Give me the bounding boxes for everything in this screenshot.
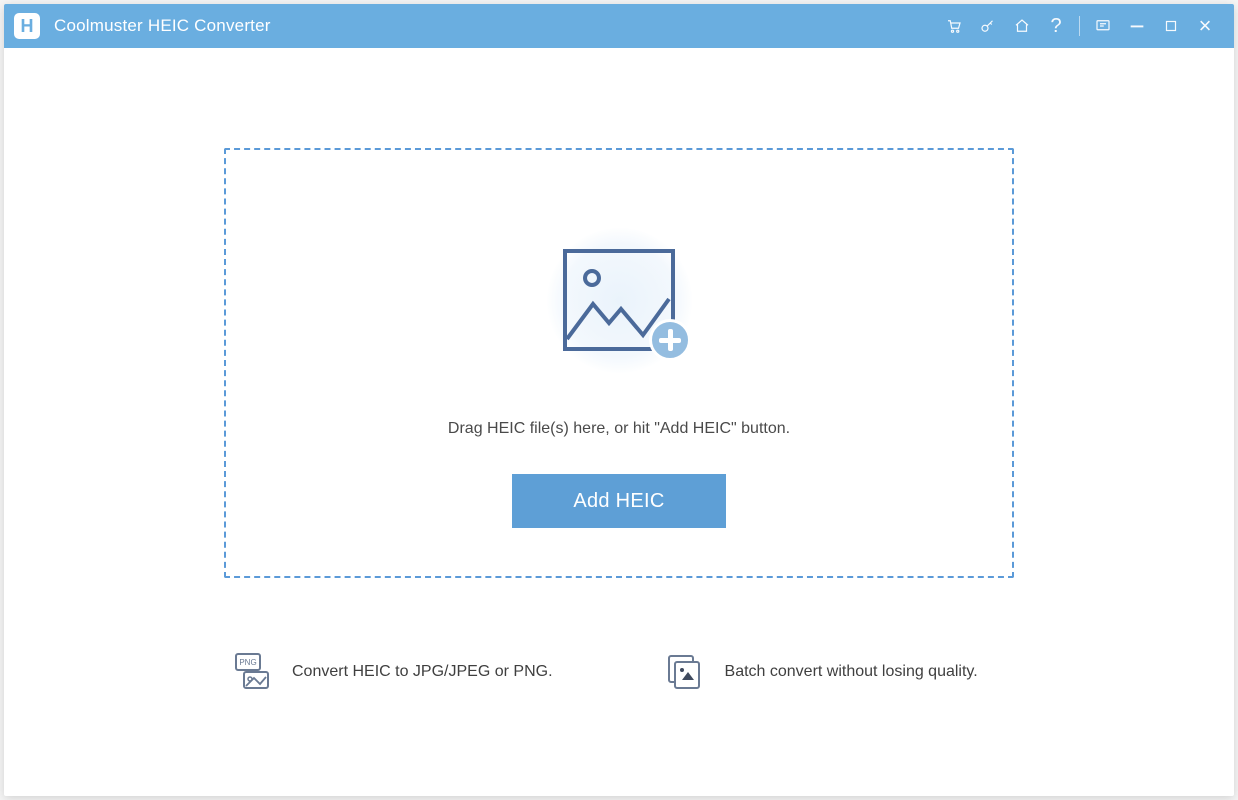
feedback-icon[interactable] — [1086, 4, 1120, 48]
home-icon[interactable] — [1005, 4, 1039, 48]
feature-batch: Batch convert without losing quality. — [663, 650, 978, 694]
titlebar-separator — [1079, 16, 1080, 36]
key-icon[interactable] — [971, 4, 1005, 48]
feature-convert: PNG Convert HEIC to JPG/JPEG or PNG. — [230, 650, 553, 694]
feature-batch-text: Batch convert without losing quality. — [725, 663, 978, 681]
batch-icon — [663, 650, 707, 694]
app-title: Coolmuster HEIC Converter — [54, 16, 271, 36]
dropzone-instruction: Drag HEIC file(s) here, or hit "Add HEIC… — [448, 420, 790, 438]
close-button[interactable]: × — [1188, 4, 1222, 48]
plus-badge-icon — [649, 319, 691, 361]
svg-text:PNG: PNG — [239, 658, 256, 667]
feature-row: PNG Convert HEIC to JPG/JPEG or PNG. — [224, 650, 1014, 694]
app-logo-icon: H — [14, 13, 40, 39]
maximize-button[interactable] — [1154, 4, 1188, 48]
cart-icon[interactable] — [937, 4, 971, 48]
feature-convert-text: Convert HEIC to JPG/JPEG or PNG. — [292, 663, 553, 681]
image-add-icon — [539, 220, 699, 380]
add-heic-button[interactable]: Add HEIC — [512, 474, 726, 528]
help-icon[interactable]: ? — [1039, 4, 1073, 48]
title-bar: H Coolmuster HEIC Converter ? − × — [4, 4, 1234, 48]
app-window: H Coolmuster HEIC Converter ? − × — [4, 4, 1234, 796]
main-content: Drag HEIC file(s) here, or hit "Add HEIC… — [4, 48, 1234, 796]
png-convert-icon: PNG — [230, 650, 274, 694]
heic-dropzone[interactable]: Drag HEIC file(s) here, or hit "Add HEIC… — [224, 148, 1014, 578]
minimize-button[interactable]: − — [1120, 4, 1154, 48]
